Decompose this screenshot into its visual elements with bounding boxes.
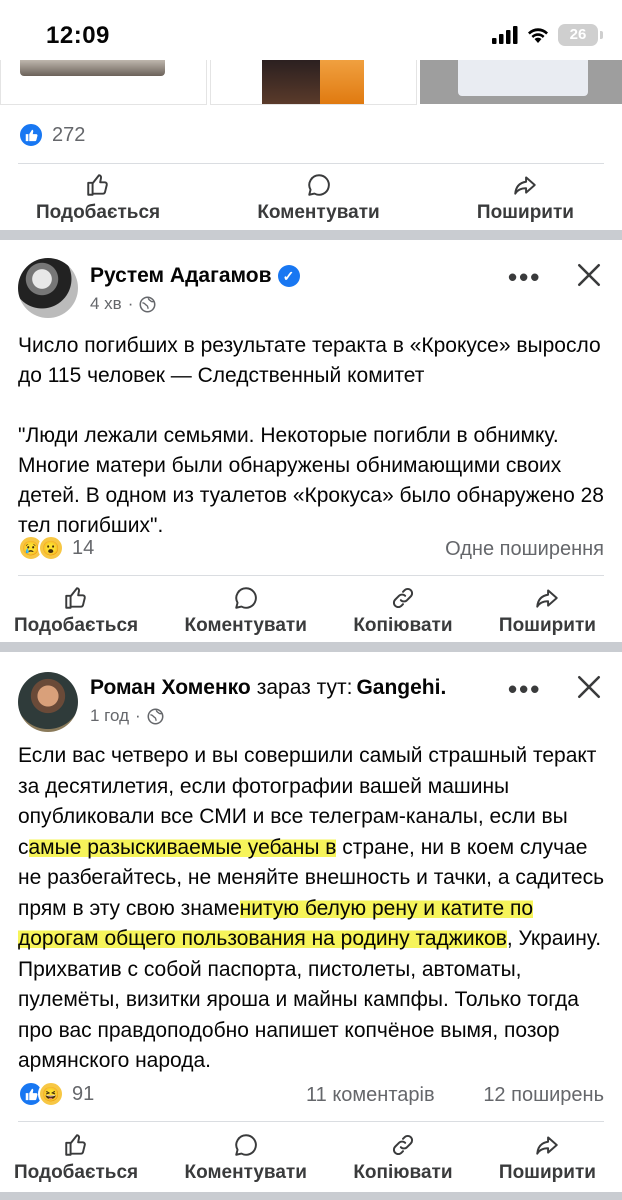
- like-label: Подобається: [14, 615, 139, 636]
- wifi-icon: [528, 28, 548, 43]
- comment-button[interactable]: Коментувати: [257, 172, 380, 224]
- status-time: 12:09: [46, 22, 110, 49]
- comment-icon: [234, 1134, 257, 1156]
- like-label: Подобається: [14, 1162, 139, 1183]
- reaction-count: 14: [72, 536, 95, 559]
- like-label: Подобається: [36, 202, 161, 223]
- share-button[interactable]: Поширити: [477, 172, 574, 224]
- feed-separator: [0, 642, 622, 652]
- post-time[interactable]: 1 год: [90, 706, 129, 726]
- feed-separator: [0, 230, 622, 240]
- more-options-icon[interactable]: •••: [508, 262, 541, 293]
- comment-label: Коментувати: [184, 615, 307, 636]
- prev-post-actions: Подобається Коментувати Поширити: [36, 172, 574, 224]
- verified-badge-icon: ✓: [277, 265, 300, 287]
- share-label: Поширити: [498, 1162, 596, 1183]
- link-icon: [392, 1134, 413, 1156]
- thumbs-up-icon: [65, 1134, 86, 1156]
- post-reactions[interactable]: 😢 😮 14: [18, 535, 94, 561]
- more-options-icon[interactable]: •••: [508, 674, 541, 705]
- globe-icon: [139, 296, 156, 312]
- author-name[interactable]: Роман Хоменко: [90, 676, 251, 700]
- post-text: Число погибших в результате теракта в «К…: [18, 331, 608, 541]
- feed-separator: [0, 1192, 622, 1200]
- share-icon: [514, 176, 537, 195]
- globe-icon: [147, 708, 164, 724]
- prev-post-image-2-content: [262, 60, 320, 104]
- like-button[interactable]: Подобається: [14, 585, 138, 637]
- comment-button[interactable]: Коментувати: [185, 1132, 307, 1184]
- comment-icon: [307, 174, 330, 196]
- avatar[interactable]: [18, 258, 78, 318]
- like-button[interactable]: Подобається: [14, 1132, 138, 1184]
- share-label: Поширити: [476, 202, 574, 223]
- battery-indicator: 26: [558, 24, 603, 46]
- link-icon: [392, 587, 413, 609]
- share-count[interactable]: Одне поширення: [445, 538, 604, 561]
- location-prefix: зараз тут:: [256, 676, 353, 699]
- share-button[interactable]: Поширити: [499, 585, 596, 637]
- post-meta: 1 год ·: [90, 706, 164, 726]
- prev-post-image-2-accent: [320, 60, 364, 104]
- copy-label: Копіювати: [353, 1162, 453, 1183]
- avatar[interactable]: [18, 672, 78, 732]
- divider: [18, 575, 604, 576]
- thumbs-up-icon: [65, 587, 86, 609]
- share-icon: [536, 589, 559, 608]
- close-icon[interactable]: [576, 262, 602, 288]
- share-button[interactable]: Поширити: [499, 1132, 596, 1184]
- prev-post-image-3-content: [458, 60, 588, 96]
- share-label: Поширити: [498, 615, 596, 636]
- comment-label: Коментувати: [257, 202, 380, 223]
- copy-label: Копіювати: [353, 615, 453, 636]
- copy-button[interactable]: Копіювати: [353, 585, 453, 637]
- share-icon: [536, 1136, 559, 1155]
- like-reaction-icon: [18, 122, 44, 148]
- comment-button[interactable]: Коментувати: [185, 585, 307, 637]
- post-text-paragraph: Число погибших в результате теракта в «К…: [18, 334, 601, 387]
- comment-icon: [234, 587, 257, 609]
- post-quote-paragraph: "Люди лежали семьями. Некоторые погибли …: [18, 424, 604, 537]
- post-meta: 4 хв ·: [90, 294, 156, 314]
- comment-count[interactable]: 11 коментарів: [306, 1084, 435, 1107]
- close-icon[interactable]: [576, 674, 602, 700]
- divider: [18, 163, 604, 164]
- post-actions: Подобається Коментувати Копіювати Пошири…: [14, 1132, 596, 1184]
- post-reactions[interactable]: 😆 91: [18, 1081, 94, 1107]
- post-author[interactable]: Роман Хоменко зараз тут: Gangehi.: [90, 676, 446, 700]
- location-name[interactable]: Gangehi: [356, 676, 440, 700]
- prev-post-reactions[interactable]: 272: [18, 122, 85, 148]
- reaction-count: 91: [72, 1082, 95, 1105]
- status-icons: 26: [492, 24, 603, 46]
- highlighted-text: амые разыскиваемые уебаны в: [28, 835, 337, 859]
- comment-label: Коментувати: [184, 1162, 307, 1183]
- reaction-count: 272: [52, 123, 86, 146]
- post-actions: Подобається Коментувати Копіювати Пошири…: [14, 585, 596, 637]
- haha-reaction-icon: 😆: [38, 1081, 64, 1107]
- like-button[interactable]: Подобається: [36, 172, 160, 224]
- author-name[interactable]: Рустем Адагамов: [90, 264, 272, 288]
- share-count[interactable]: 12 поширень: [483, 1084, 604, 1107]
- copy-button[interactable]: Копіювати: [353, 1132, 453, 1184]
- cellular-signal-icon: [492, 26, 518, 44]
- wow-reaction-icon: 😮: [38, 535, 64, 561]
- prev-post-image-1-content: [20, 60, 165, 76]
- divider: [18, 1121, 604, 1122]
- thumbs-up-icon: [87, 174, 108, 196]
- post-time[interactable]: 4 хв: [90, 294, 122, 314]
- post-text: Если вас четверо и вы совершили самый ст…: [18, 741, 610, 1077]
- post-author[interactable]: Рустем Адагамов ✓: [90, 264, 300, 288]
